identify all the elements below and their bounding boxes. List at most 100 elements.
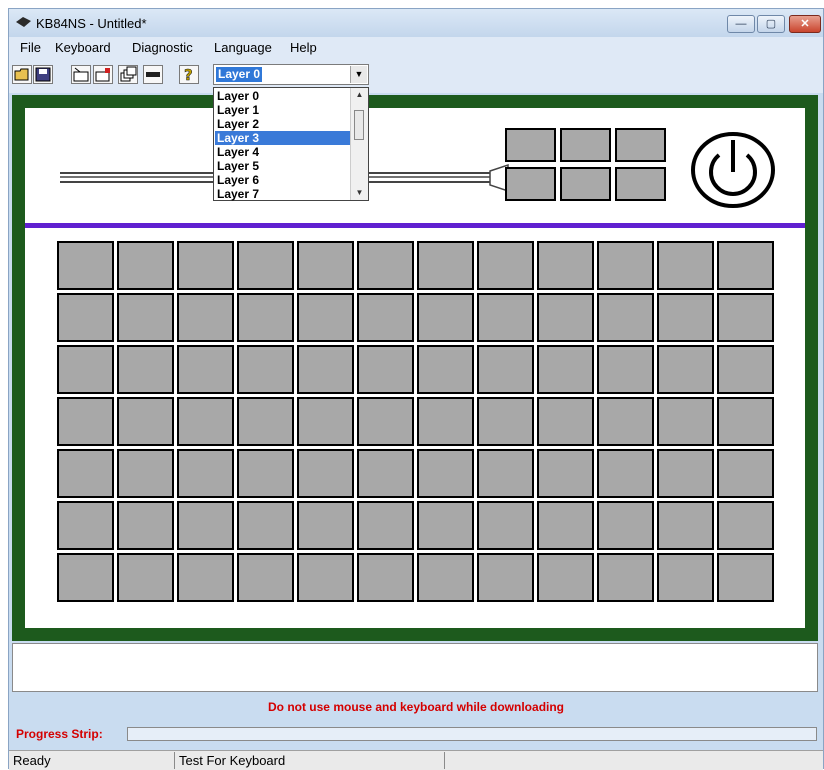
layers-icon[interactable] <box>118 65 138 84</box>
key-button[interactable] <box>297 501 354 550</box>
key-button[interactable] <box>657 449 714 498</box>
key-button[interactable] <box>297 449 354 498</box>
key-button[interactable] <box>117 553 174 602</box>
key-button[interactable] <box>237 553 294 602</box>
key-button[interactable] <box>477 501 534 550</box>
key-button[interactable] <box>237 397 294 446</box>
key-button[interactable] <box>417 293 474 342</box>
dropdown-option-layer-4[interactable]: Layer 4 <box>215 145 352 159</box>
top-key[interactable] <box>615 128 666 162</box>
dropdown-option-layer-7[interactable]: Layer 7 <box>215 187 352 201</box>
top-key[interactable] <box>505 128 556 162</box>
bar-icon[interactable] <box>143 65 163 84</box>
key-button[interactable] <box>717 501 774 550</box>
key-button[interactable] <box>177 501 234 550</box>
key-button[interactable] <box>297 345 354 394</box>
key-button[interactable] <box>657 241 714 290</box>
key-button[interactable] <box>417 501 474 550</box>
key-button[interactable] <box>117 397 174 446</box>
key-button[interactable] <box>597 293 654 342</box>
top-key[interactable] <box>505 167 556 201</box>
dropdown-option-layer-5[interactable]: Layer 5 <box>215 159 352 173</box>
key-button[interactable] <box>297 241 354 290</box>
layer-select[interactable]: Layer 0 ▼ <box>213 64 369 85</box>
key-button[interactable] <box>117 501 174 550</box>
key-button[interactable] <box>597 345 654 394</box>
key-button[interactable] <box>717 449 774 498</box>
close-button[interactable]: ✕ <box>789 15 821 33</box>
key-button[interactable] <box>237 293 294 342</box>
key-button[interactable] <box>477 241 534 290</box>
key-button[interactable] <box>357 449 414 498</box>
scroll-down-icon[interactable]: ▼ <box>351 186 368 200</box>
key-button[interactable] <box>597 553 654 602</box>
key-button[interactable] <box>357 501 414 550</box>
key-button[interactable] <box>417 345 474 394</box>
key-button[interactable] <box>57 397 114 446</box>
key-button[interactable] <box>57 449 114 498</box>
scroll-up-icon[interactable]: ▲ <box>351 88 368 102</box>
key-button[interactable] <box>657 293 714 342</box>
minimize-button[interactable]: — <box>727 15 755 33</box>
key-button[interactable] <box>717 293 774 342</box>
download-icon[interactable] <box>93 65 113 84</box>
chevron-down-icon[interactable]: ▼ <box>350 66 367 83</box>
key-button[interactable] <box>717 553 774 602</box>
key-button[interactable] <box>297 293 354 342</box>
layer-dropdown-list[interactable]: Layer 0 Layer 1 Layer 2 Layer 3 Layer 4 … <box>213 87 369 201</box>
key-button[interactable] <box>237 241 294 290</box>
key-button[interactable] <box>57 241 114 290</box>
menu-help[interactable]: Help <box>290 40 317 55</box>
menu-file[interactable]: File <box>20 40 41 55</box>
key-button[interactable] <box>537 449 594 498</box>
key-button[interactable] <box>297 553 354 602</box>
key-button[interactable] <box>57 345 114 394</box>
top-key[interactable] <box>560 128 611 162</box>
top-key[interactable] <box>615 167 666 201</box>
key-button[interactable] <box>537 241 594 290</box>
key-button[interactable] <box>117 293 174 342</box>
key-button[interactable] <box>177 397 234 446</box>
key-button[interactable] <box>597 397 654 446</box>
key-button[interactable] <box>717 397 774 446</box>
key-button[interactable] <box>237 345 294 394</box>
key-button[interactable] <box>717 345 774 394</box>
key-button[interactable] <box>357 241 414 290</box>
save-icon[interactable] <box>33 65 53 84</box>
key-button[interactable] <box>237 501 294 550</box>
key-button[interactable] <box>537 293 594 342</box>
key-button[interactable] <box>477 553 534 602</box>
key-button[interactable] <box>477 345 534 394</box>
dropdown-scrollbar[interactable]: ▲ ▼ <box>350 88 368 200</box>
dropdown-option-layer-2[interactable]: Layer 2 <box>215 117 352 131</box>
top-key[interactable] <box>560 167 611 201</box>
power-icon[interactable] <box>689 130 777 210</box>
help-icon[interactable]: ? <box>179 65 199 84</box>
key-button[interactable] <box>117 449 174 498</box>
key-button[interactable] <box>657 553 714 602</box>
key-button[interactable] <box>597 241 654 290</box>
key-button[interactable] <box>417 553 474 602</box>
key-button[interactable] <box>477 397 534 446</box>
key-button[interactable] <box>657 345 714 394</box>
key-button[interactable] <box>597 449 654 498</box>
key-button[interactable] <box>177 293 234 342</box>
scrollbar-thumb[interactable] <box>354 110 364 140</box>
key-button[interactable] <box>717 241 774 290</box>
key-button[interactable] <box>537 345 594 394</box>
maximize-button[interactable]: ▢ <box>757 15 785 33</box>
key-button[interactable] <box>357 345 414 394</box>
menu-keyboard[interactable]: Keyboard <box>55 40 111 55</box>
dropdown-option-layer-3[interactable]: Layer 3 <box>215 131 352 145</box>
key-button[interactable] <box>177 241 234 290</box>
key-button[interactable] <box>357 293 414 342</box>
key-button[interactable] <box>57 553 114 602</box>
key-button[interactable] <box>537 501 594 550</box>
key-button[interactable] <box>477 449 534 498</box>
dropdown-option-layer-6[interactable]: Layer 6 <box>215 173 352 187</box>
key-button[interactable] <box>477 293 534 342</box>
key-button[interactable] <box>597 501 654 550</box>
dropdown-option-layer-0[interactable]: Layer 0 <box>215 89 352 103</box>
key-button[interactable] <box>297 397 354 446</box>
menu-diagnostic[interactable]: Diagnostic <box>132 40 193 55</box>
